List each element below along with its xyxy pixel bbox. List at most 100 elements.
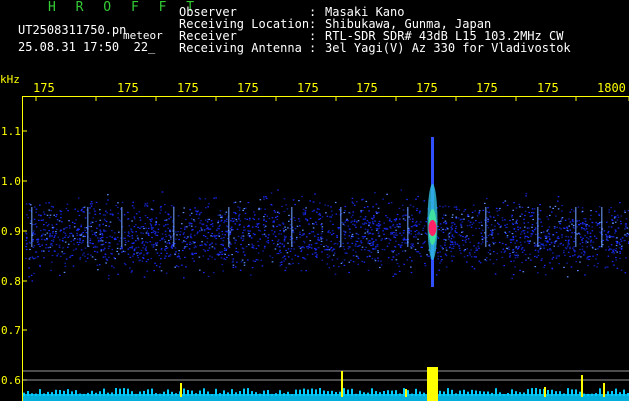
power-noise [387, 390, 389, 396]
noise-pixel [540, 221, 542, 223]
noise-pixel [529, 240, 531, 242]
noise-pixel [526, 240, 529, 242]
noise-pixel [424, 265, 427, 267]
noise-pixel [53, 214, 55, 216]
noise-pixel [193, 234, 196, 236]
noise-pixel [390, 202, 393, 204]
noise-pixel [28, 258, 31, 260]
noise-pixel [403, 263, 405, 265]
noise-pixel [240, 237, 243, 239]
noise-pixel [98, 224, 101, 226]
noise-pixel [450, 250, 452, 253]
power-noise [283, 393, 285, 396]
noise-pixel [464, 209, 467, 211]
noise-pixel [566, 262, 568, 264]
noise-pixel [472, 234, 474, 236]
noise-pixel [101, 233, 103, 235]
noise-pixel [546, 249, 549, 251]
noise-pixel [564, 219, 567, 221]
noise-pixel [234, 223, 237, 225]
noise-pixel [232, 264, 235, 266]
noise-pixel [315, 248, 318, 250]
noise-pixel [524, 226, 526, 228]
noise-pixel [517, 229, 520, 231]
noise-pixel [210, 220, 213, 222]
noise-pixel [145, 249, 147, 251]
power-noise [251, 391, 253, 396]
noise-pixel [529, 253, 531, 255]
noise-pixel [571, 223, 573, 225]
noise-pixel [526, 227, 529, 229]
power-noise [247, 388, 249, 396]
noise-pixel [569, 246, 571, 248]
noise-pixel [287, 242, 289, 244]
noise-pixel [442, 206, 444, 208]
noise-pixel [363, 261, 366, 263]
noise-pixel [506, 223, 508, 225]
noise-pixel [168, 239, 170, 242]
noise-pixel [508, 246, 510, 248]
power-noise [423, 392, 425, 396]
noise-pixel [239, 223, 241, 225]
noise-pixel [58, 244, 61, 246]
power-noise [83, 393, 85, 396]
noise-pixel [451, 235, 454, 237]
noise-pixel [418, 223, 421, 225]
noise-pixel [334, 201, 337, 204]
noise-pixel [50, 244, 52, 246]
noise-pixel [453, 206, 456, 208]
noise-pixel [454, 243, 457, 245]
noise-pixel [579, 261, 581, 263]
noise-pixel [161, 191, 164, 193]
noise-pixel [164, 257, 166, 259]
noise-pixel [47, 223, 50, 225]
noise-pixel [78, 228, 80, 230]
noise-pixel [370, 226, 372, 228]
noise-pixel [101, 234, 104, 236]
noise-pixel [160, 209, 162, 211]
noise-pixel [374, 220, 376, 222]
power-noise [259, 393, 261, 396]
noise-pixel [355, 243, 357, 245]
power-noise [255, 392, 257, 396]
noise-pixel [547, 229, 549, 231]
noise-pixel [198, 214, 201, 216]
noise-pixel [289, 250, 292, 252]
noise-pixel [196, 233, 199, 235]
noise-pixel [518, 246, 520, 248]
noise-pixel [584, 252, 586, 254]
noise-pixel [592, 247, 594, 249]
noise-pixel [525, 259, 527, 261]
noise-pixel [415, 251, 418, 253]
power-noise [375, 391, 377, 396]
noise-pixel [294, 254, 297, 256]
noise-pixel [444, 220, 447, 222]
noise-pixel [329, 216, 331, 218]
noise-pixel [284, 269, 287, 272]
noise-pixel [366, 220, 369, 222]
power-noise [239, 391, 241, 396]
noise-pixel [581, 227, 583, 229]
noise-pixel [607, 266, 609, 268]
noise-pixel [363, 223, 365, 225]
noise-pixel [332, 232, 335, 235]
noise-pixel [527, 236, 530, 238]
noise-pixel [418, 231, 420, 233]
noise-pixel [487, 207, 489, 209]
noise-pixel [268, 217, 271, 220]
noise-pixel [133, 216, 136, 218]
noise-pixel [499, 207, 501, 210]
power-noise [623, 389, 625, 396]
noise-pixel [207, 275, 210, 277]
power-noise [351, 388, 353, 396]
noise-pixel [84, 229, 86, 231]
noise-pixel [61, 221, 63, 223]
noise-pixel [399, 245, 402, 247]
noise-pixel [595, 211, 598, 213]
noise-pixel [130, 246, 133, 248]
noise-pixel [351, 201, 354, 203]
noise-pixel [468, 252, 471, 254]
noise-pixel [614, 210, 616, 212]
noise-pixel [320, 233, 323, 235]
noise-pixel [80, 226, 82, 228]
